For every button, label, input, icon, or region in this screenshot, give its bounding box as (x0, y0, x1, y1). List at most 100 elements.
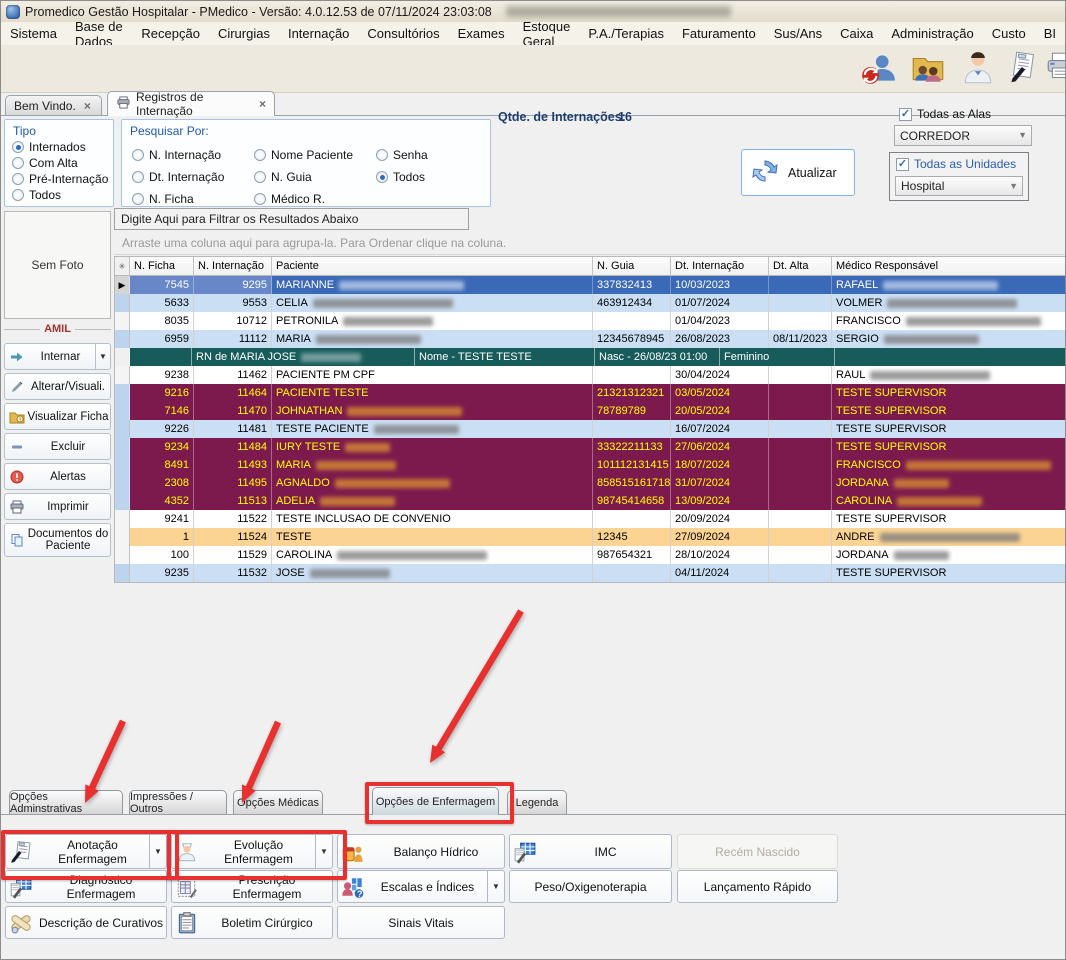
redacted-text (334, 478, 450, 488)
bottom-tab-opções-médicas[interactable]: Opções Médicas (233, 790, 323, 814)
menu-item-sus-ans[interactable]: Sus/Ans (765, 23, 831, 44)
newborn-subrow[interactable]: RN de MARIA JOSE Nome - TESTE TESTE Nasc -… (115, 348, 1065, 366)
menu-item-recep-o[interactable]: Recepção (132, 23, 209, 44)
printer-icon[interactable] (1044, 49, 1065, 87)
sidebar-button-alertas[interactable]: Alertas (4, 463, 111, 490)
menu-item-consult-rios[interactable]: Consultórios (358, 23, 448, 44)
column-header-dt-internação[interactable]: Dt. Internação (671, 257, 769, 276)
table-row[interactable]: 1 11524 TESTE 12345 27/09/2024 ANDRE (115, 528, 1065, 546)
column-header-n-guia[interactable]: N. Guia (593, 257, 671, 276)
tab-bem-vindo[interactable]: Bem Vindo. × (5, 95, 102, 116)
table-row[interactable]: 8491 11493 MARIA 101112131415 18/07/2024 FRAN… (115, 456, 1065, 474)
chevron-down-icon[interactable]: ▼ (95, 344, 110, 369)
menu-item-exames[interactable]: Exames (449, 23, 514, 44)
sidebar-button-documentos-do-paciente[interactable]: Documentos do Paciente (4, 523, 111, 557)
search-option-n-interna-o[interactable]: N. Internação (132, 148, 254, 162)
tipo-option-com-alta[interactable]: Com Alta (12, 156, 113, 170)
chevron-down-icon[interactable]: ▼ (149, 835, 166, 868)
column-header-n-internação[interactable]: N. Internação (194, 257, 272, 276)
refresh-button[interactable]: Atualizar (741, 149, 855, 196)
patients-folder-icon[interactable] (909, 49, 947, 87)
menu-item-sistema[interactable]: Sistema (1, 23, 66, 44)
bottom-tab-opções-de-enfermagem[interactable]: Opções de Enfermagem (372, 787, 499, 815)
sidebar-button-alterar-visuali-[interactable]: Alterar/Visuali. (4, 373, 111, 400)
action-button-evolução-enfermagem[interactable]: Evolução Enfermagem ▼ (171, 834, 333, 869)
menu-item-custo[interactable]: Custo (983, 23, 1035, 44)
table-row[interactable]: 9226 11481 TESTE PACIENTE 16/07/2024 TESTE S… (115, 420, 1065, 438)
action-button-prescrição-enfermagem[interactable]: Prescrição Enfermagem (171, 870, 333, 903)
action-button-anotação-enfermagem[interactable]: Anotação Enfermagem ▼ (5, 834, 167, 869)
tipo-option-pr-interna-o[interactable]: Pré-Internação (12, 172, 113, 186)
table-row[interactable]: 7146 11470 JOHNATHAN 78789789 20/05/2024 TEST… (115, 402, 1065, 420)
menu-item-caixa[interactable]: Caixa (831, 23, 882, 44)
action-button-label: Descrição de Curativos (38, 915, 164, 930)
sync-contact-icon[interactable] (859, 49, 897, 87)
table-row[interactable]: 8035 10712 PETRONILA 01/04/2023 FRANCISCO (115, 312, 1065, 330)
menu-item-bi[interactable]: BI (1035, 23, 1065, 44)
action-button-balanço-hídrico[interactable]: Balanço Hídrico (337, 834, 505, 869)
row-indicator (115, 402, 130, 420)
chevron-down-icon[interactable]: ▼ (487, 871, 504, 902)
close-icon[interactable]: × (84, 99, 91, 113)
sidebar-button-excluir[interactable]: Excluir (4, 433, 111, 460)
table-row[interactable]: 100 11529 CAROLINA 987654321 28/10/2024 JORDA… (115, 546, 1065, 564)
menu-item-p-a-terapias[interactable]: P.A./Terapias (579, 23, 673, 44)
action-button-diagnóstico-enfermagem[interactable]: Diagnóstico Enfermagem (5, 870, 167, 903)
search-option-m-dico-r-[interactable]: Médico R. (254, 192, 376, 206)
action-button-lançamento-rápido[interactable]: Lançamento Rápido (677, 870, 838, 903)
bottom-tab-opções-adminstrativas[interactable]: Opções Adminstrativas (9, 790, 123, 815)
search-option-senha[interactable]: Senha (376, 148, 476, 162)
table-row[interactable]: ▶ 7545 9295 MARIANNE 337832413 10/03/2023 RAFA… (115, 276, 1065, 294)
tipo-option-internados[interactable]: Internados (12, 140, 113, 154)
table-row[interactable]: 9216 11464 PACIENTE TESTE 21321312321 03/05/… (115, 384, 1065, 402)
search-option-dt-interna-o[interactable]: Dt. Internação (132, 170, 254, 184)
table-row[interactable]: 9234 11484 IURY TESTE 33322211133 27/06/2024… (115, 438, 1065, 456)
todas-unidades-checkbox[interactable]: ✓ Todas as Unidades (896, 157, 1028, 171)
action-button-peso-oxigenoterapia[interactable]: Peso/Oxigenoterapia (509, 870, 672, 903)
table-row[interactable]: 4352 11513 ADELIA 98745414658 13/09/2024 CARO… (115, 492, 1065, 510)
tab-registros-internacao[interactable]: Registros de Internação × (107, 90, 275, 118)
ala-selected-value: CORREDOR (900, 128, 971, 143)
sidebar-button-visualizar-ficha[interactable]: Visualizar Ficha (4, 403, 111, 430)
redacted-text (883, 280, 999, 290)
ala-select[interactable]: CORREDOR ▼ (894, 125, 1032, 146)
menu-item-faturamento[interactable]: Faturamento (673, 23, 765, 44)
unidade-select[interactable]: Hospital ▼ (895, 176, 1023, 196)
sidebar-button-internar[interactable]: Internar ▼ (4, 343, 111, 370)
action-button-imc[interactable]: IMC (509, 834, 672, 869)
action-button-boletim-cirúrgico[interactable]: Boletim Cirúrgico (171, 906, 333, 939)
sidebar-button-label: Internar (40, 350, 81, 363)
bottom-tab-legenda[interactable]: Legenda (507, 790, 567, 814)
table-row[interactable]: 9238 11462 PACIENTE PM CPF 30/04/2024 RAUL (115, 366, 1065, 384)
table-row[interactable]: 9235 11532 JOSE 04/11/2024 TESTE SUPERVISOR (115, 564, 1065, 582)
table-row[interactable]: 6959 11112 MARIA 12345678945 26/08/2023 08/11… (115, 330, 1065, 348)
doctor-icon[interactable] (959, 49, 997, 87)
sidebar-button-imprimir[interactable]: Imprimir (4, 493, 111, 520)
action-button-sinais-vitais[interactable]: Sinais Vitais (337, 906, 505, 939)
radio-label: N. Ficha (149, 192, 194, 206)
column-header-paciente[interactable]: Paciente (272, 257, 593, 276)
menu-item-cirurgias[interactable]: Cirurgias (209, 23, 279, 44)
column-header-n-ficha[interactable]: N. Ficha (130, 257, 194, 276)
menu-item-interna-o[interactable]: Internação (279, 23, 358, 44)
table-row[interactable]: 2308 11495 AGNALDO 858515161718 31/07/2024 JO… (115, 474, 1065, 492)
search-option-nome-paciente[interactable]: Nome Paciente (254, 148, 376, 162)
search-option-n-guia[interactable]: N. Guia (254, 170, 376, 184)
table-row[interactable]: 5633 9553 CELIA 463912434 01/07/2024 VOLMER (115, 294, 1065, 312)
search-option-n-ficha[interactable]: N. Ficha (132, 192, 254, 206)
action-button-descrição-de-curativos[interactable]: Descrição de Curativos (5, 906, 167, 939)
redacted-text (905, 316, 1041, 326)
action-button-escalas-e-índices[interactable]: ? Escalas e Índices ▼ (337, 870, 505, 903)
filter-input[interactable] (114, 208, 469, 230)
menu-item-administra-o[interactable]: Administração (882, 23, 982, 44)
column-header-médico-responsável[interactable]: Médico Responsável (832, 257, 1065, 276)
tipo-option-todos[interactable]: Todos (12, 188, 113, 202)
todas-alas-checkbox[interactable]: ✓ Todas as Alas (899, 107, 991, 121)
document-sign-icon[interactable] (1004, 49, 1042, 87)
chevron-down-icon[interactable]: ▼ (315, 835, 332, 868)
close-icon[interactable]: × (259, 97, 266, 111)
column-header-dt-alta[interactable]: Dt. Alta (769, 257, 832, 276)
table-row[interactable]: 9241 11522 TESTE INCLUSAO DE CONVENIO 20/09… (115, 510, 1065, 528)
search-option-todos[interactable]: Todos (376, 170, 476, 184)
bottom-tab-impressões-outros[interactable]: Impressões / Outros (129, 790, 227, 815)
